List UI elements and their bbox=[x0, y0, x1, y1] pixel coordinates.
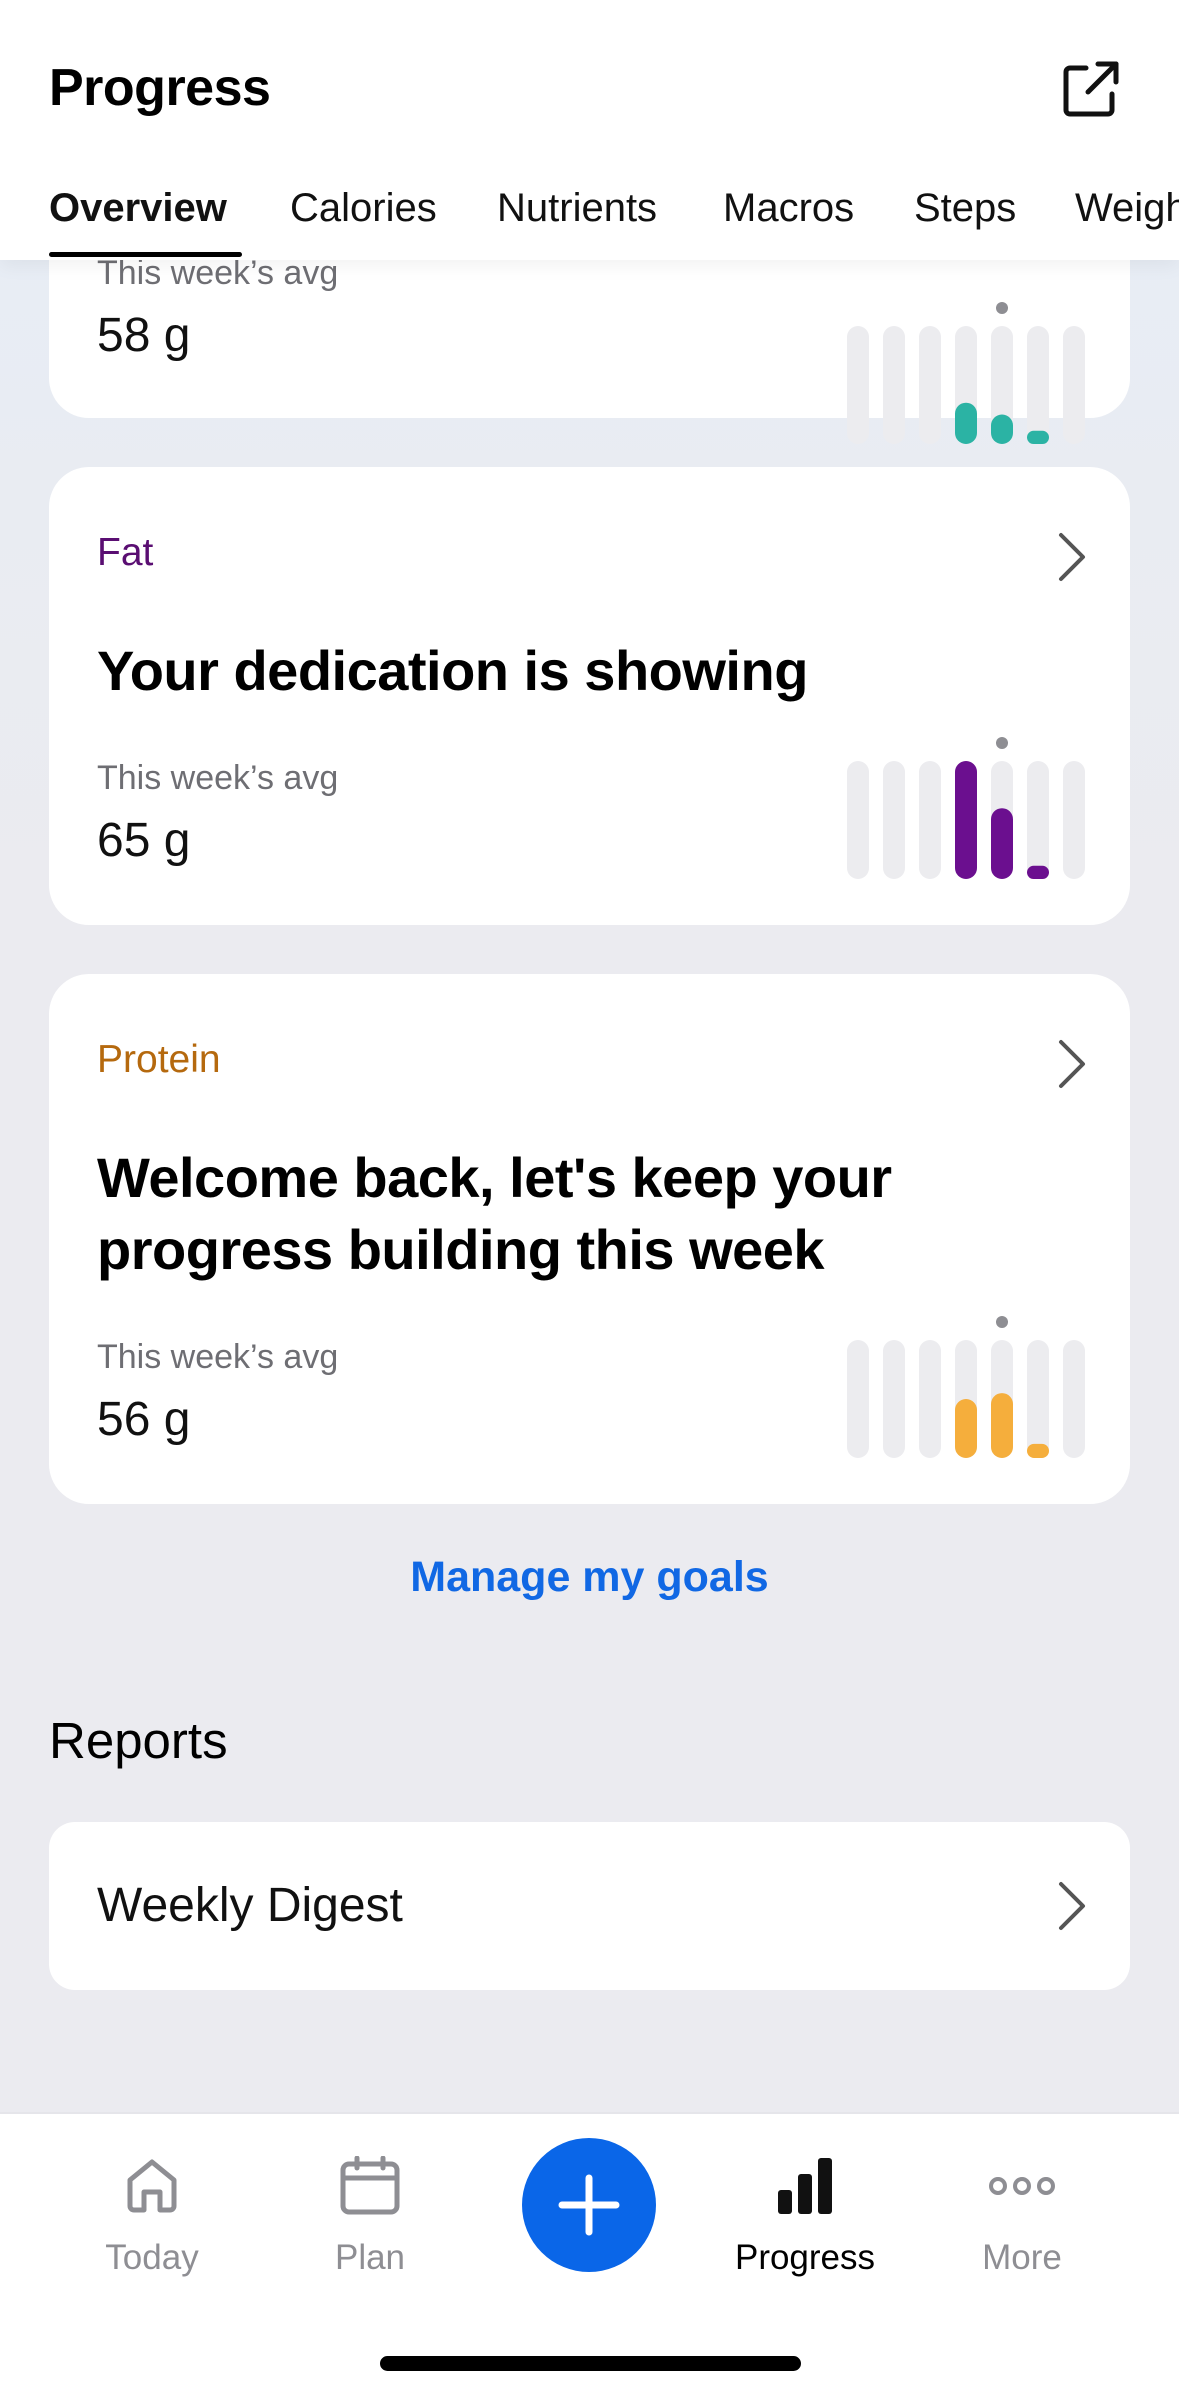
tab-nutrients[interactable]: Nutrients bbox=[497, 186, 657, 260]
more-dots-icon bbox=[989, 2177, 1055, 2195]
weekly-digest-label: Weekly Digest bbox=[97, 1879, 403, 1932]
day-bar bbox=[1027, 865, 1049, 879]
day-track bbox=[1027, 761, 1049, 879]
day-track bbox=[847, 761, 869, 879]
bottom-nav: Today Plan Progress More bbox=[0, 2112, 1179, 2396]
nav-label: More bbox=[982, 2238, 1062, 2277]
card-headline: Welcome back, let's keep your progress b… bbox=[97, 1146, 892, 1281]
avg-value: 65 g bbox=[97, 814, 191, 867]
home-icon bbox=[127, 2159, 177, 2213]
day-track bbox=[1027, 326, 1049, 444]
tab-steps[interactable]: Steps bbox=[914, 186, 1016, 260]
day-track bbox=[883, 326, 905, 444]
day-bar bbox=[991, 414, 1013, 444]
day-track bbox=[919, 1340, 941, 1458]
plus-icon bbox=[558, 2174, 620, 2236]
day-bar bbox=[955, 1399, 977, 1458]
card-headline: Your dedication is showing bbox=[97, 639, 808, 702]
day-track bbox=[883, 1340, 905, 1458]
nav-label: Today bbox=[105, 2238, 199, 2277]
add-button[interactable] bbox=[522, 2138, 656, 2272]
external-link-icon[interactable] bbox=[1060, 58, 1122, 120]
nav-progress[interactable]: Progress bbox=[715, 2114, 895, 2314]
fat-week-chart bbox=[847, 737, 1085, 879]
weekly-digest-row[interactable]: Weekly Digest bbox=[49, 1822, 1130, 1990]
avg-label: This week’s avg bbox=[97, 759, 339, 797]
day-bar bbox=[1027, 1443, 1049, 1458]
tab-overview[interactable]: Overview bbox=[49, 186, 227, 260]
avg-label: This week’s avg bbox=[97, 1338, 339, 1376]
card-category: Fat bbox=[97, 531, 154, 574]
nav-more[interactable]: More bbox=[932, 2114, 1112, 2314]
home-indicator bbox=[380, 2356, 801, 2371]
tab-bar: Overview Calories Nutrients Macros Steps… bbox=[0, 178, 1179, 260]
avg-value: 58 g bbox=[97, 309, 191, 362]
day-bar bbox=[955, 761, 977, 879]
carbs-week-chart bbox=[847, 302, 1085, 444]
day-track bbox=[883, 761, 905, 879]
bar-chart-icon bbox=[778, 2158, 832, 2214]
day-track bbox=[919, 326, 941, 444]
protein-week-chart bbox=[847, 1316, 1085, 1458]
chevron-right-icon bbox=[1059, 1040, 1085, 1088]
nav-label: Progress bbox=[734, 2238, 876, 2277]
today-marker bbox=[996, 1316, 1008, 1328]
nav-label: Plan bbox=[334, 2238, 406, 2277]
day-bar bbox=[955, 402, 977, 444]
nav-today[interactable]: Today bbox=[62, 2114, 242, 2314]
avg-value: 56 g bbox=[97, 1393, 191, 1446]
chevron-right-icon bbox=[1059, 1882, 1085, 1930]
today-marker bbox=[996, 737, 1008, 749]
day-track bbox=[1063, 1340, 1085, 1458]
tab-weight[interactable]: Weight bbox=[1075, 186, 1179, 260]
reports-heading: Reports bbox=[49, 1712, 228, 1769]
nav-plan[interactable]: Plan bbox=[280, 2114, 460, 2314]
page-title: Progress bbox=[49, 59, 271, 117]
card-protein[interactable]: Protein Welcome back, let's keep your pr… bbox=[49, 974, 1130, 1504]
card-category: Protein bbox=[97, 1038, 221, 1081]
day-track bbox=[847, 1340, 869, 1458]
day-track bbox=[1063, 761, 1085, 879]
calendar-icon bbox=[340, 2156, 400, 2215]
manage-goals-link[interactable]: Manage my goals bbox=[0, 1553, 1179, 1602]
chevron-right-icon bbox=[1059, 533, 1085, 581]
day-track bbox=[919, 761, 941, 879]
top-header: Progress Overview Calories Nutrients Mac… bbox=[0, 0, 1179, 260]
day-bar bbox=[991, 1393, 1013, 1458]
active-tab-indicator bbox=[49, 252, 242, 257]
card-fat[interactable]: Fat Your dedication is showing This week… bbox=[49, 467, 1130, 925]
day-track bbox=[847, 326, 869, 444]
day-bar bbox=[991, 808, 1013, 879]
today-marker bbox=[996, 302, 1008, 314]
tab-macros[interactable]: Macros bbox=[723, 186, 854, 260]
day-bar bbox=[1027, 430, 1049, 444]
day-track bbox=[1063, 326, 1085, 444]
day-track bbox=[1027, 1340, 1049, 1458]
tab-calories[interactable]: Calories bbox=[290, 186, 437, 260]
